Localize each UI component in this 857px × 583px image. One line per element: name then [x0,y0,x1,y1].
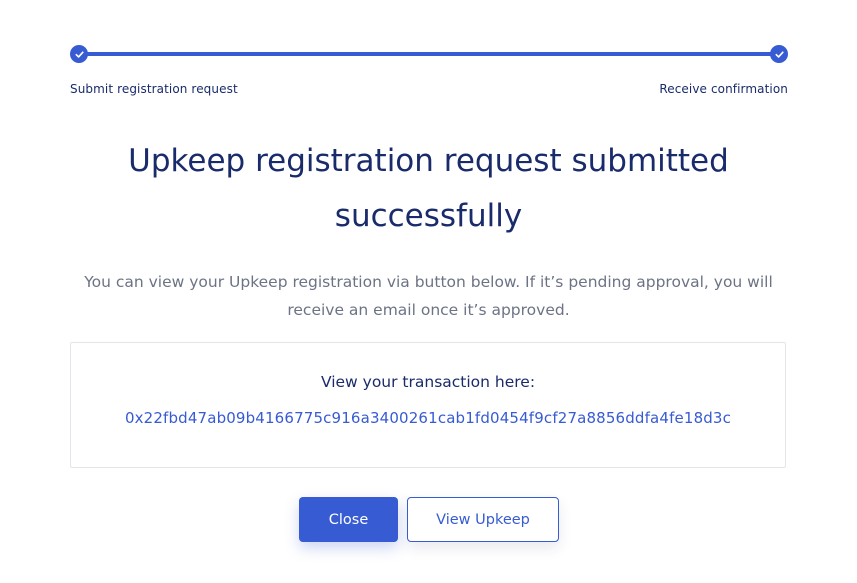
transaction-hash-link[interactable]: 0x22fbd47ab09b4166775c916a3400261cab1fd0… [71,409,785,427]
page-title-line-1: Upkeep registration request submitted [128,143,729,179]
registration-success-page: Submit registration request Receive conf… [0,0,857,583]
description-text: You can view your Upkeep registration vi… [84,273,773,319]
view-upkeep-button[interactable]: View Upkeep [407,497,559,542]
stepper-progress-line [79,52,779,56]
check-icon [774,50,784,58]
step-2-complete-indicator [770,45,788,63]
transaction-box: View your transaction here: 0x22fbd47ab0… [70,342,786,468]
page-title-line-2: successfully [334,198,523,234]
close-button[interactable]: Close [299,497,398,542]
transaction-label: View your transaction here: [320,373,536,391]
progress-stepper [70,44,788,64]
step-2-label: Receive confirmation [659,82,788,96]
step-1-label: Submit registration request [70,82,238,96]
check-icon [74,50,84,58]
step-1-complete-indicator [70,45,88,63]
page-title: Upkeep registration request submitted su… [0,134,857,244]
